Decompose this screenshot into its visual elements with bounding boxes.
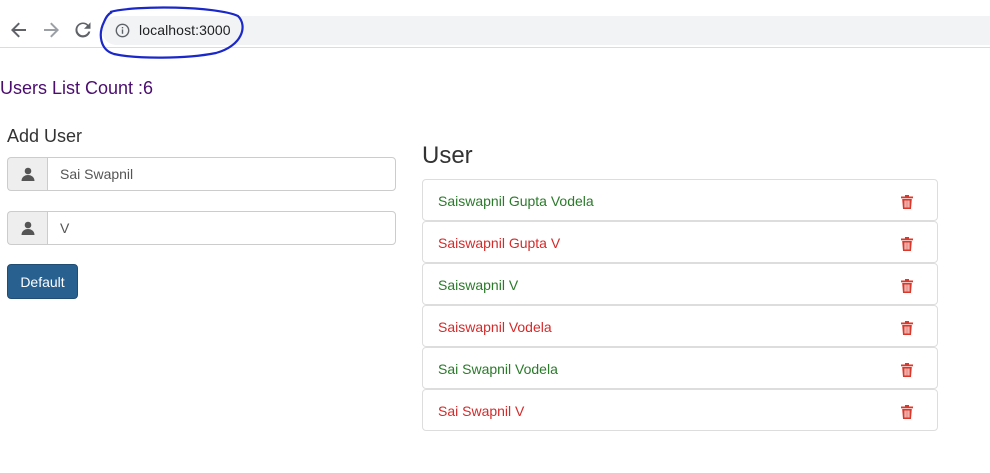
reload-icon[interactable] <box>72 19 94 41</box>
user-list-item: Saiswapnil Gupta Vodela <box>422 179 938 221</box>
user-list-title: User <box>422 142 473 169</box>
user-list-item: Sai Swapnil Vodela <box>422 347 938 389</box>
user-list-item: Saiswapnil V <box>422 263 938 305</box>
address-bar[interactable]: localhost:3000 <box>102 16 990 45</box>
first-name-input-group <box>7 157 396 191</box>
user-list-item: Saiswapnil Vodela <box>422 305 938 347</box>
user-name: Saiswapnil V <box>438 277 519 293</box>
user-name: Saiswapnil Vodela <box>438 319 552 335</box>
user-list-item: Sai Swapnil V <box>422 389 938 431</box>
user-icon <box>7 211 47 245</box>
forward-arrow-icon[interactable] <box>40 19 62 41</box>
back-arrow-icon[interactable] <box>8 19 30 41</box>
trash-icon[interactable] <box>901 321 913 335</box>
trash-icon[interactable] <box>901 363 913 377</box>
last-name-input[interactable] <box>47 211 396 245</box>
address-url: localhost:3000 <box>139 22 231 38</box>
user-name: Sai Swapnil Vodela <box>438 361 558 377</box>
user-icon <box>7 157 47 191</box>
user-name: Saiswapnil Gupta V <box>438 235 561 251</box>
first-name-input[interactable] <box>47 157 396 191</box>
trash-icon[interactable] <box>901 279 913 293</box>
last-name-input-group <box>7 211 396 245</box>
browser-toolbar: localhost:3000 <box>0 0 990 59</box>
add-user-title: Add User <box>7 126 83 146</box>
user-list-item: Saiswapnil Gupta V <box>422 221 938 263</box>
user-list: Saiswapnil Gupta Vodela Saiswapnil Gupta… <box>422 179 938 431</box>
user-name: Sai Swapnil V <box>438 403 525 419</box>
info-icon[interactable] <box>115 23 130 38</box>
trash-icon[interactable] <box>901 195 913 209</box>
default-button[interactable]: Default <box>7 264 78 299</box>
users-count-heading: Users List Count :6 <box>0 78 154 98</box>
user-name: Saiswapnil Gupta Vodela <box>438 193 594 209</box>
trash-icon[interactable] <box>901 237 913 251</box>
trash-icon[interactable] <box>901 405 913 419</box>
